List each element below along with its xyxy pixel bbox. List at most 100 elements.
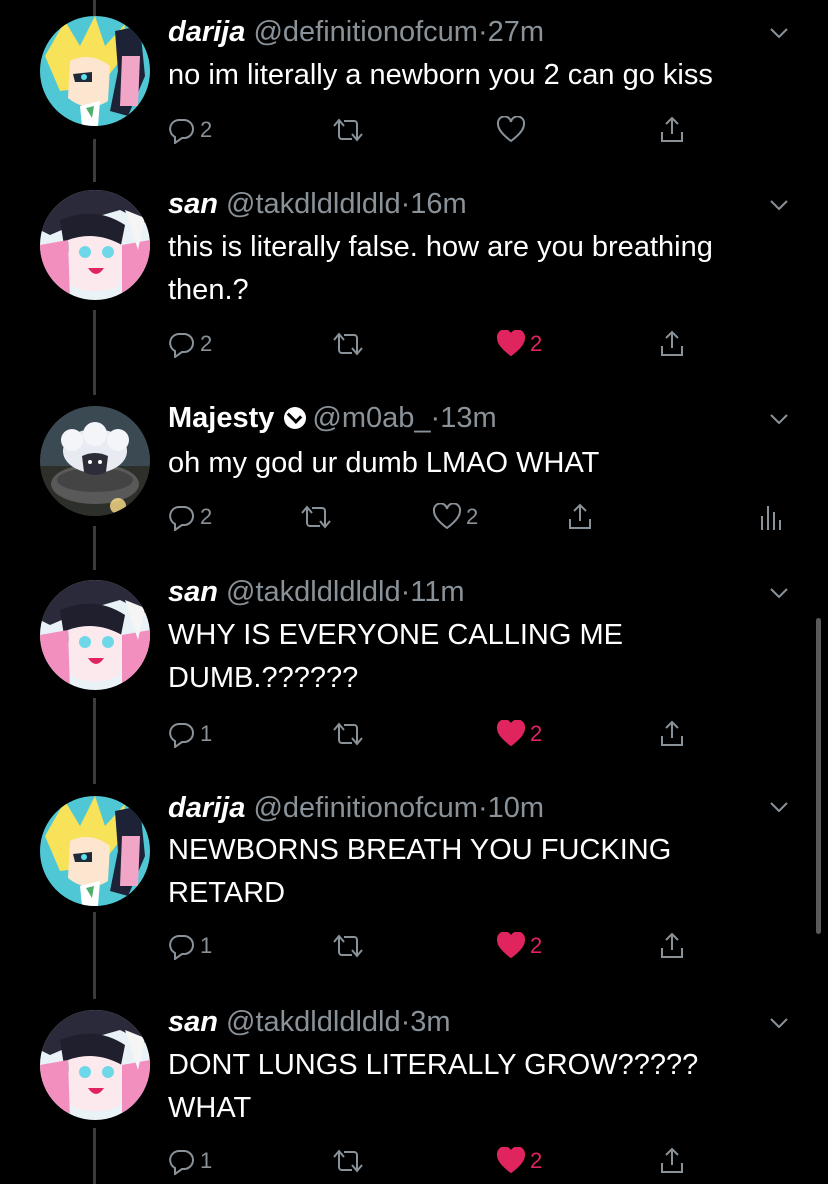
share-icon bbox=[661, 1147, 683, 1173]
display-name[interactable]: Majesty bbox=[168, 402, 274, 434]
reply-button[interactable]: 1 bbox=[168, 929, 212, 963]
retweet-button[interactable] bbox=[330, 113, 370, 147]
tweet-actions: 2 2 bbox=[0, 500, 828, 534]
tweet-header: san @takdldldldld·3m bbox=[168, 1002, 768, 1042]
separator-dot: · bbox=[400, 1006, 411, 1038]
like-count: 2 bbox=[530, 933, 543, 958]
reply-count: 1 bbox=[200, 933, 213, 958]
reply-button[interactable]: 2 bbox=[168, 113, 212, 147]
retweet-icon bbox=[333, 934, 363, 958]
heart-filled-icon bbox=[496, 720, 526, 747]
like-button[interactable]: 2 bbox=[496, 327, 542, 361]
chevron-down-icon[interactable] bbox=[768, 22, 790, 44]
reply-button[interactable]: 1 bbox=[168, 1144, 212, 1178]
tweet[interactable]: Majesty @m0ab_·13m oh my god ur dumb LMAO… bbox=[0, 396, 828, 570]
display-name[interactable]: darija bbox=[168, 16, 245, 48]
timestamp[interactable]: 3m bbox=[410, 1006, 450, 1038]
tweet-header: Majesty @m0ab_·13m bbox=[168, 398, 768, 438]
analytics-icon bbox=[761, 506, 781, 530]
retweet-icon bbox=[301, 505, 331, 529]
avatar-san[interactable] bbox=[40, 580, 150, 690]
like-button[interactable]: 2 bbox=[496, 929, 542, 963]
like-button[interactable] bbox=[496, 113, 530, 147]
tweet-actions: 1 2 bbox=[0, 1144, 828, 1178]
separator-dot: · bbox=[400, 576, 411, 608]
tweet[interactable]: san @takdldldldld·16m this is literally … bbox=[0, 180, 828, 396]
share-button[interactable] bbox=[658, 327, 686, 361]
tweet-thread: darija @definitionofcum·27m no im litera… bbox=[0, 0, 828, 1184]
avatar-san[interactable] bbox=[40, 1010, 150, 1120]
tweet-header: darija @definitionofcum·10m bbox=[168, 788, 768, 828]
tweet-text: oh my god ur dumb LMAO WHAT bbox=[168, 447, 600, 479]
share-button[interactable] bbox=[658, 1144, 686, 1178]
retweet-button[interactable] bbox=[330, 717, 370, 751]
retweet-button[interactable] bbox=[330, 327, 370, 361]
avatar-darija[interactable] bbox=[40, 796, 150, 906]
reply-button[interactable]: 1 bbox=[168, 717, 212, 751]
share-button[interactable] bbox=[658, 113, 686, 147]
display-name[interactable]: san bbox=[168, 188, 218, 220]
timestamp[interactable]: 27m bbox=[488, 16, 544, 48]
share-button[interactable] bbox=[658, 929, 686, 963]
username[interactable]: @m0ab_ bbox=[312, 402, 430, 434]
reply-button[interactable]: 2 bbox=[168, 327, 212, 361]
share-button[interactable] bbox=[566, 500, 594, 534]
timestamp[interactable]: 13m bbox=[440, 402, 496, 434]
timestamp[interactable]: 16m bbox=[410, 188, 466, 220]
reply-count: 2 bbox=[200, 117, 213, 142]
reply-count: 2 bbox=[200, 504, 213, 529]
tweet[interactable]: san @takdldldldld·11m WHY IS EVERYONE CA… bbox=[0, 570, 828, 784]
avatar-darija[interactable] bbox=[40, 16, 150, 126]
like-button[interactable]: 2 bbox=[432, 500, 478, 534]
display-name[interactable]: darija bbox=[168, 792, 245, 824]
tweet-header: darija @definitionofcum·27m bbox=[168, 12, 768, 52]
retweet-button[interactable] bbox=[330, 1144, 370, 1178]
share-icon bbox=[661, 720, 683, 746]
scrollbar[interactable] bbox=[816, 618, 821, 934]
tweet-text: DONT LUNGS LITERALLY GROW????? WHAT bbox=[168, 1049, 699, 1124]
display-name[interactable]: san bbox=[168, 1006, 218, 1038]
retweet-icon bbox=[333, 332, 363, 356]
reply-button[interactable]: 2 bbox=[168, 500, 212, 534]
like-count: 2 bbox=[530, 331, 543, 356]
retweet-button[interactable] bbox=[330, 929, 370, 963]
like-button[interactable]: 2 bbox=[496, 717, 542, 751]
avatar-san[interactable] bbox=[40, 190, 150, 300]
timestamp[interactable]: 10m bbox=[488, 792, 544, 824]
tweet-text: no im literally a newborn you 2 can go k… bbox=[168, 59, 713, 91]
share-icon bbox=[569, 503, 591, 529]
reply-icon bbox=[169, 1150, 194, 1175]
tweet[interactable]: darija @definitionofcum·27m no im litera… bbox=[0, 0, 828, 180]
share-button[interactable] bbox=[658, 717, 686, 751]
heart-filled-icon bbox=[496, 932, 526, 959]
chevron-down-icon[interactable] bbox=[768, 582, 790, 604]
share-icon bbox=[661, 116, 683, 142]
reply-icon bbox=[169, 333, 194, 358]
reply-count: 1 bbox=[200, 1148, 213, 1173]
chevron-down-icon[interactable] bbox=[768, 194, 790, 216]
tweet[interactable]: san @takdldldldld·3m DONT LUNGS LITERALL… bbox=[0, 1000, 828, 1184]
share-icon bbox=[661, 330, 683, 356]
reply-icon bbox=[169, 935, 194, 960]
chevron-down-icon[interactable] bbox=[768, 408, 790, 430]
tweet[interactable]: darija @definitionofcum·10m NEWBORNS BRE… bbox=[0, 784, 828, 1000]
retweet-button[interactable] bbox=[298, 500, 338, 534]
username[interactable]: @definitionofcum bbox=[253, 16, 478, 48]
username[interactable]: @definitionofcum bbox=[253, 792, 478, 824]
reply-icon bbox=[169, 506, 194, 531]
retweet-icon bbox=[333, 1149, 363, 1173]
like-button[interactable]: 2 bbox=[496, 1144, 542, 1178]
chevron-down-icon[interactable] bbox=[768, 796, 790, 818]
timestamp[interactable]: 11m bbox=[410, 576, 464, 608]
chevron-down-icon[interactable] bbox=[768, 1012, 790, 1034]
reply-icon bbox=[169, 723, 194, 748]
tweet-text: NEWBORNS BREATH YOU FUCKING RETARD bbox=[168, 834, 672, 909]
analytics-button[interactable] bbox=[758, 500, 782, 534]
like-count: 2 bbox=[466, 504, 479, 529]
reply-icon bbox=[169, 119, 194, 144]
username[interactable]: @takdldldldld bbox=[226, 1006, 401, 1038]
username[interactable]: @takdldldldld bbox=[226, 576, 401, 608]
display-name[interactable]: san bbox=[168, 576, 218, 608]
username[interactable]: @takdldldldld bbox=[226, 188, 401, 220]
like-count: 2 bbox=[530, 1148, 543, 1173]
